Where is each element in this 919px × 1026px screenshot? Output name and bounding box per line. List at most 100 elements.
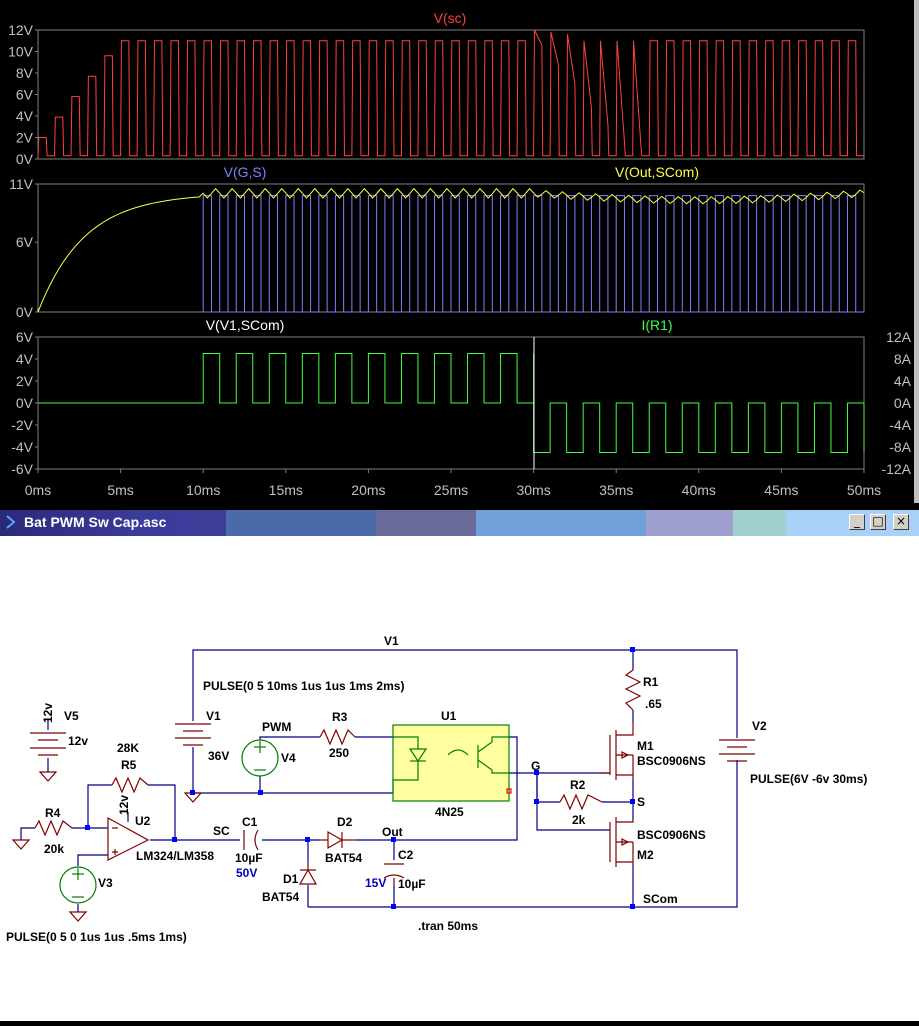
d2-name: D2 [337,815,353,829]
x-tick-label: 10ms [186,482,220,498]
x-tick-label: 15ms [269,482,303,498]
resistor-r1[interactable] [624,669,642,711]
u2-part: LM324/LM358 [136,849,214,863]
net-label-g: G [531,759,540,773]
tick-label: -6V [11,461,33,477]
maximize-button[interactable]: □ [870,514,886,530]
tick-label: 0V [16,304,34,320]
v4-name: V4 [281,751,296,765]
v3-pulse-directive: PULSE(0 5 0 1us 1us .5ms 1ms) [6,930,187,944]
x-tick-label: 40ms [682,482,716,498]
v5-top-label: 12v [41,703,55,723]
r1-name: R1 [643,675,659,689]
resistor-r4[interactable] [34,819,73,837]
close-button[interactable]: × [893,514,909,530]
x-axis-ticks: 0ms 5ms 10ms 15ms 20ms 25ms 30ms 35ms 40ms 45ms 50… [25,469,881,498]
tick-label: 4V [16,108,34,124]
tick-label: 8A [894,351,912,367]
net-label-v1: V1 [384,634,399,648]
pane-vsc[interactable]: 12V 10V 8V 6V 4V 2V 0V V(sc) [8,10,865,167]
battery-v5[interactable] [30,732,66,756]
tick-label: 11V [9,176,34,192]
schematic-titlebar[interactable]: Bat PWM Sw Cap.asc _ □ × [0,510,919,536]
net-label-sc: SC [213,824,230,838]
v3-name: V3 [98,876,113,890]
window-title: Bat PWM Sw Cap.asc [24,514,167,530]
x-tick-label: 25ms [434,482,468,498]
resistor-r3[interactable] [319,728,356,746]
diode-d1[interactable] [298,862,318,885]
tick-label: 12V [8,22,34,38]
schematic-svg[interactable]: V1 PULSE(0 5 10ms 1us 1us 1ms 2ms) V5 12… [0,536,919,1021]
schematic-canvas[interactable]: V1 PULSE(0 5 10ms 1us 1us 1ms 2ms) V5 12… [0,536,919,1021]
resistor-r5[interactable] [111,776,149,794]
mosfet-m1[interactable] [600,722,634,780]
minimize-button[interactable]: _ [849,514,865,530]
waveform-plot[interactable]: 12V 10V 8V 6V 4V 2V 0V V(sc) 11V 6V 0V V(G,S) V(… [0,0,919,503]
voltage-source-v3[interactable] [59,866,97,904]
voltage-source-v4[interactable] [241,739,279,777]
c1-value: 10µF [235,851,263,865]
net-label-out: Out [382,825,403,839]
tick-label: 0V [16,151,34,167]
r1-value: .65 [645,697,662,711]
r4-name: R4 [45,806,61,820]
x-tick-label: 0ms [25,482,51,498]
tick-label: 4V [16,351,34,367]
c2-name: C2 [398,848,414,862]
m2-part: BSC0906NS [637,828,706,842]
tick-label: 6V [16,329,34,345]
y-axis-ticks: 11V 6V 0V [9,176,38,320]
net-label-scom: SCom [643,892,678,906]
r3-value: 250 [329,746,349,760]
tick-label: 6V [16,234,34,250]
x-tick-label: 30ms [516,482,550,498]
u2-supply-label: 12v [117,795,131,815]
ground-symbols [11,771,203,922]
tick-label: -12A [881,461,911,477]
battery-v1[interactable] [175,723,211,746]
trace-ir1-v1 [38,353,865,453]
c1-name: C1 [242,815,258,829]
v2-name: V2 [752,719,767,733]
tick-label: -4A [889,417,911,433]
pane-v1-ir1[interactable]: 6V 4V 2V 0V -2V -4V -6V 12A 8A 4A 0A -4A -8A -12A V(… [11,317,911,477]
m2-name: M2 [637,848,654,862]
diode-d2[interactable] [320,830,355,850]
x-tick-label: 45ms [764,482,798,498]
v5-name: V5 [64,709,79,723]
v5-value: 12v [68,734,88,748]
y-axis-ticks: 12V 10V 8V 6V 4V 2V 0V [8,22,38,167]
m1-name: M1 [637,739,654,753]
u1-part: 4N25 [435,805,464,819]
r2-name: R2 [570,778,586,792]
tick-label: 0V [16,395,34,411]
tick-label: 12A [886,329,912,345]
ltspice-app-icon[interactable] [4,514,20,530]
resistor-r2[interactable] [559,793,603,811]
trace-label-ir1[interactable]: I(R1) [641,317,672,333]
battery-v2[interactable] [719,739,755,762]
tick-label: 2V [16,130,34,146]
trace-label-vgs[interactable]: V(G,S) [224,164,267,180]
u2-name: U2 [135,814,151,828]
r5-name: R5 [121,758,137,772]
x-tick-label: 20ms [351,482,385,498]
mosfet-m2[interactable] [609,817,634,867]
trace-vsc [37,29,864,157]
d1-part: BAT54 [262,890,299,904]
tick-label: -4V [11,439,33,455]
tick-label: -8A [889,439,911,455]
y-axis-ticks-right: 12A 8A 4A 0A -4A -8A -12A [881,329,911,477]
d2-part: BAT54 [325,851,362,865]
trace-label-v1-scom[interactable]: V(V1,SCom) [206,317,285,333]
capacitor-c1[interactable] [243,829,259,851]
waveform-viewer[interactable]: 12V 10V 8V 6V 4V 2V 0V V(sc) 11V 6V 0V V(G,S) V(… [0,0,919,503]
trace-label-vsc[interactable]: V(sc) [434,10,467,26]
trace-label-vout-scom[interactable]: V(Out,SCom) [615,164,699,180]
tick-label: 4A [894,373,912,389]
optocoupler-u1[interactable] [392,724,512,802]
pane-vgs[interactable]: 11V 6V 0V V(G,S) V(Out,SCom) [9,164,865,320]
x-tick-label: 50ms [847,482,881,498]
c2-voltage: 15V [365,876,386,890]
